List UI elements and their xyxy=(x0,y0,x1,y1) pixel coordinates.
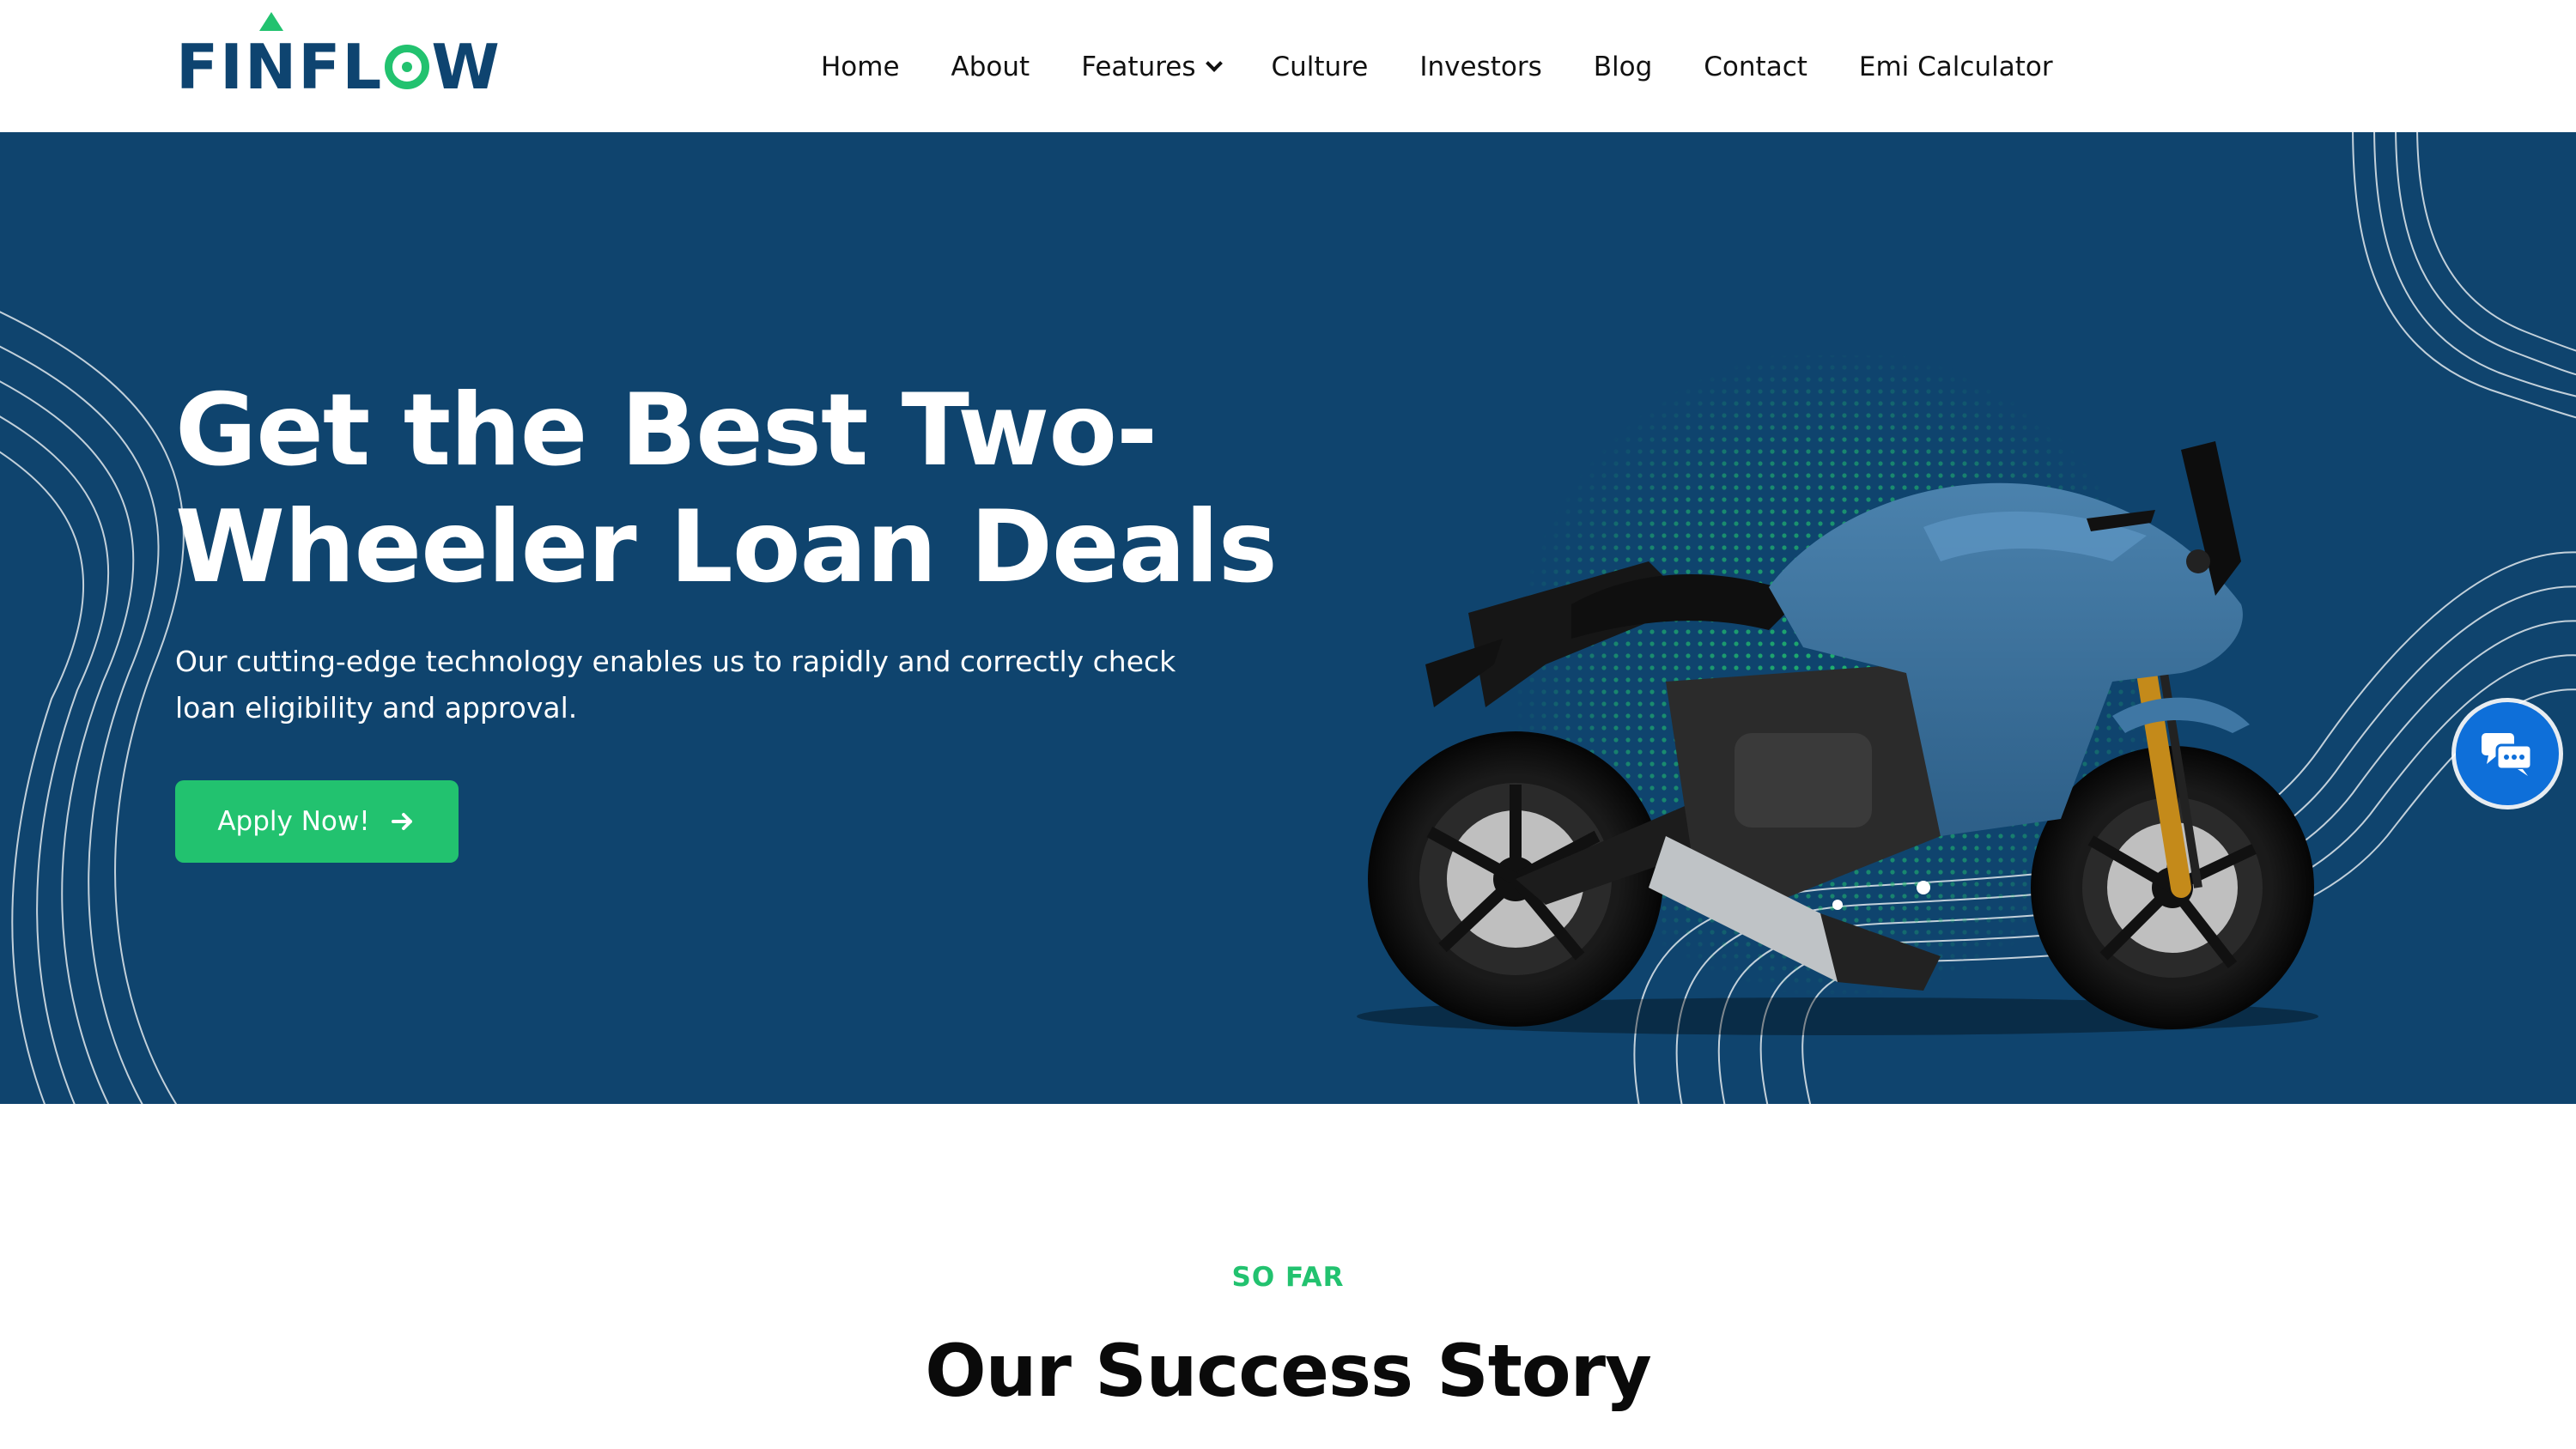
nav-investors[interactable]: Investors xyxy=(1419,52,1541,82)
chat-bubbles-icon xyxy=(2482,733,2533,776)
arrow-right-icon xyxy=(391,813,412,830)
logo-wheel-icon xyxy=(385,45,430,89)
nav-about[interactable]: About xyxy=(951,52,1030,82)
chevron-down-icon xyxy=(1205,55,1223,72)
nav-about-label: About xyxy=(951,52,1030,82)
nav-culture-label: Culture xyxy=(1271,52,1369,82)
hero-title-line-1: Get the Best Two- xyxy=(175,373,1157,488)
chat-widget-button[interactable] xyxy=(2456,702,2559,805)
section-eyebrow: SO FAR xyxy=(1231,1262,1345,1293)
main-nav: Home About Features Culture Investors Bl… xyxy=(821,43,2053,91)
logo-text-fi: FI xyxy=(176,31,245,103)
nav-emi-calculator[interactable]: Emi Calculator xyxy=(1859,52,2053,82)
nav-culture[interactable]: Culture xyxy=(1272,52,1369,82)
motorcycle-image xyxy=(1357,355,2318,1035)
finflow-logo[interactable]: FI N FL W xyxy=(176,12,501,103)
hero-description: Our cutting-edge technology enables us t… xyxy=(175,645,1176,724)
logo-letter-n: N xyxy=(245,12,298,103)
hero-section: Get the Best Two- Wheeler Loan Deals Our… xyxy=(0,132,2576,1104)
nav-emi-calculator-label: Emi Calculator xyxy=(1858,52,2053,82)
nav-features-label: Features xyxy=(1081,52,1196,82)
nav-investors-label: Investors xyxy=(1419,52,1542,82)
nav-blog-label: Blog xyxy=(1593,52,1653,82)
logo-text-w: W xyxy=(431,31,501,103)
apply-now-label: Apply Now! xyxy=(217,806,370,837)
site-header: FI N FL W Home About Features Culture In… xyxy=(0,0,2576,132)
nav-contact[interactable]: Contact xyxy=(1704,52,1807,82)
nav-home-label: Home xyxy=(821,52,900,82)
hero-title-line-2: Wheeler Loan Deals xyxy=(175,489,1278,605)
logo-arrow-icon xyxy=(259,12,284,31)
nav-home[interactable]: Home xyxy=(821,52,900,82)
nav-contact-label: Contact xyxy=(1704,52,1807,82)
section-title: Our Success Story xyxy=(925,1329,1652,1413)
nav-features[interactable]: Features xyxy=(1081,52,1223,82)
apply-now-button[interactable]: Apply Now! xyxy=(175,780,459,863)
logo-text-fl: FL xyxy=(298,31,384,103)
hero-title: Get the Best Two- Wheeler Loan Deals xyxy=(175,373,1291,606)
nav-blog[interactable]: Blog xyxy=(1594,52,1653,82)
